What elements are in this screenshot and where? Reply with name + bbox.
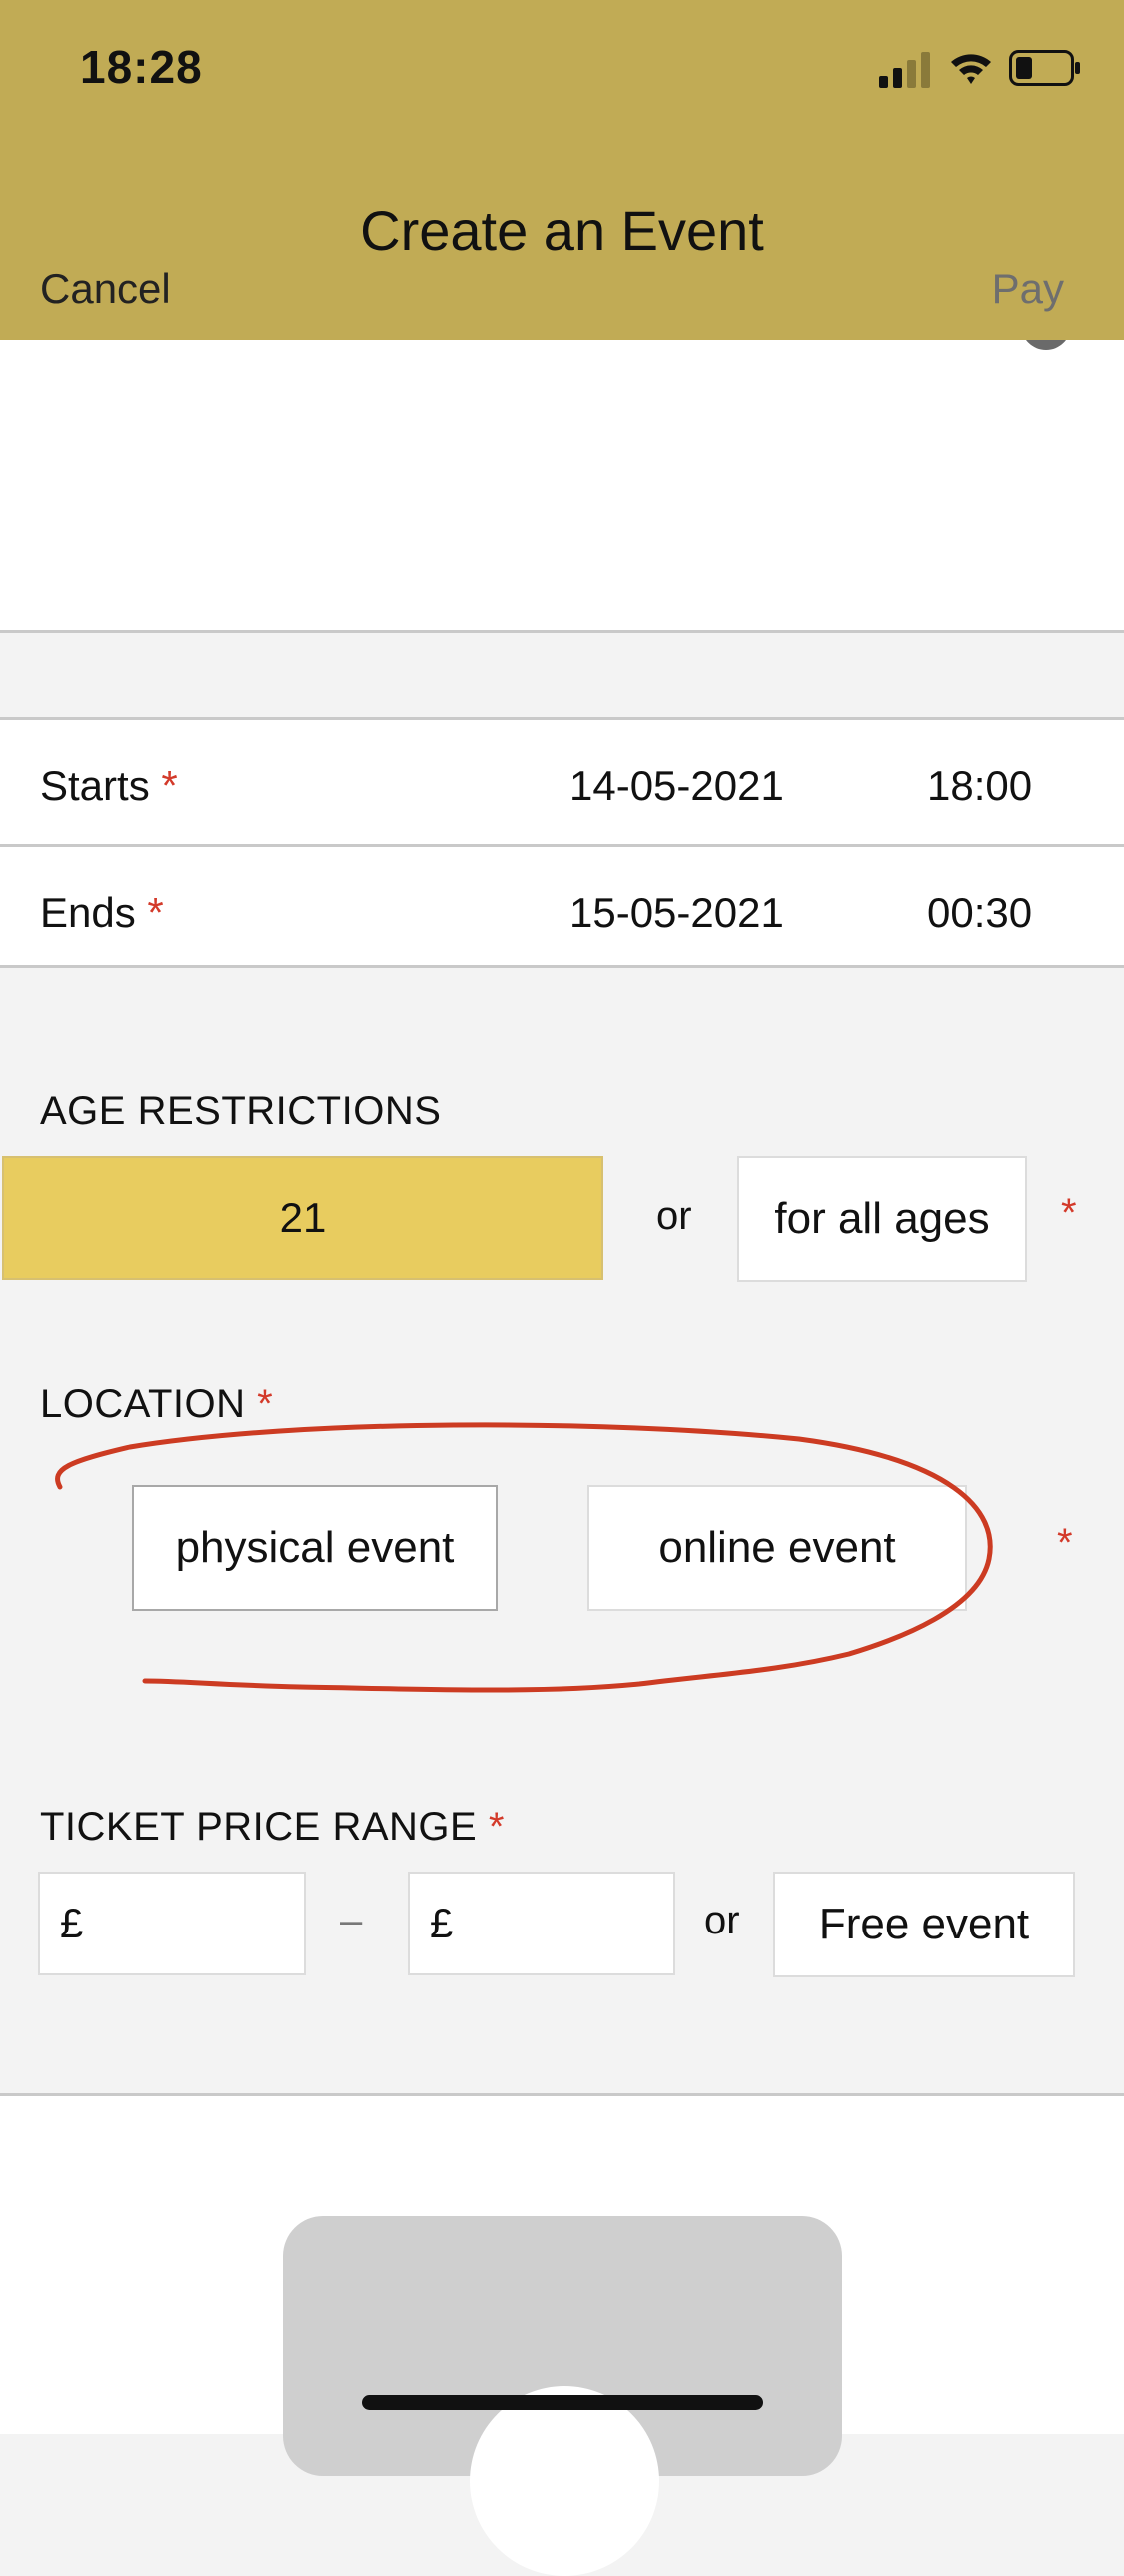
pay-button[interactable]: Pay	[992, 265, 1064, 313]
age-restrictions-heading: AGE RESTRICTIONS	[40, 1089, 442, 1133]
min-price-input[interactable]: £	[38, 1872, 306, 1975]
price-or-text: or	[704, 1899, 740, 1942]
cellular-signal-icon	[879, 52, 930, 88]
age-required-marker: *	[1061, 1191, 1077, 1235]
divider	[0, 965, 1124, 968]
location-heading: LOCATION *	[40, 1382, 274, 1426]
ends-date[interactable]: 15-05-2021	[569, 889, 784, 937]
starts-time[interactable]: 18:00	[927, 762, 1032, 810]
all-ages-button[interactable]: for all ages	[737, 1156, 1027, 1282]
free-event-button[interactable]: Free event	[773, 1872, 1075, 1977]
online-event-button[interactable]: online event	[587, 1485, 967, 1611]
home-indicator	[362, 2395, 763, 2410]
age-input[interactable]: 21	[2, 1156, 603, 1280]
status-time: 18:28	[80, 41, 203, 93]
page-title: Create an Event	[360, 199, 764, 262]
ends-label: Ends *	[40, 889, 164, 936]
wifi-icon	[951, 54, 991, 84]
ticket-price-heading: TICKET PRICE RANGE *	[40, 1805, 505, 1849]
starts-date[interactable]: 14-05-2021	[569, 762, 784, 810]
location-required-marker: *	[1057, 1521, 1073, 1565]
max-price-input[interactable]: £	[408, 1872, 675, 1975]
price-range-dash: –	[340, 1899, 363, 1942]
ends-time[interactable]: 00:30	[927, 889, 1032, 937]
camera-icon	[470, 2386, 659, 2576]
battery-icon	[1009, 50, 1080, 86]
age-or-text: or	[656, 1194, 692, 1238]
physical-event-button[interactable]: physical event	[132, 1485, 498, 1611]
divider	[0, 630, 1124, 633]
description-area	[0, 340, 1124, 630]
starts-label: Starts *	[40, 762, 178, 809]
cancel-button[interactable]: Cancel	[40, 265, 171, 313]
